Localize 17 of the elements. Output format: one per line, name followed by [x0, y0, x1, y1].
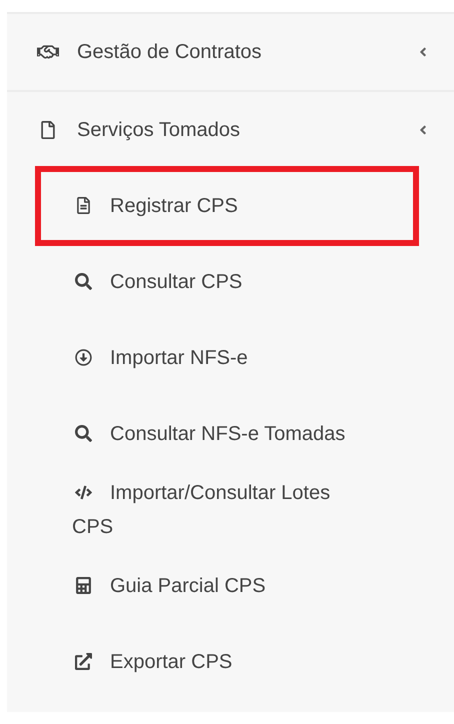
document-icon [75, 197, 92, 214]
submenu-item[interactable]: Guia Parcial CPS [72, 569, 372, 603]
search-icon [75, 425, 92, 442]
submenu-item[interactable]: Consultar CPS [72, 265, 372, 299]
download-icon [75, 349, 92, 366]
menu-item[interactable]: Gestão de Contratos [7, 14, 454, 90]
menu-item[interactable]: Serviços Tomados [7, 92, 454, 168]
submenu-item[interactable]: Consultar NFS-e Tomadas [72, 417, 372, 451]
submenu-item[interactable]: Importar/Consultar Lotes CPS [72, 476, 372, 544]
calculator-icon [75, 577, 92, 594]
submenu-item[interactable]: Registrar CPS [72, 189, 372, 223]
submenu-item[interactable]: Exportar CPS [72, 645, 372, 679]
handshake-icon [37, 43, 59, 61]
submenu-item[interactable]: Importar NFS-e [72, 341, 372, 375]
external-link-icon [75, 653, 92, 670]
search-icon [75, 273, 92, 290]
code-icon [75, 484, 92, 501]
